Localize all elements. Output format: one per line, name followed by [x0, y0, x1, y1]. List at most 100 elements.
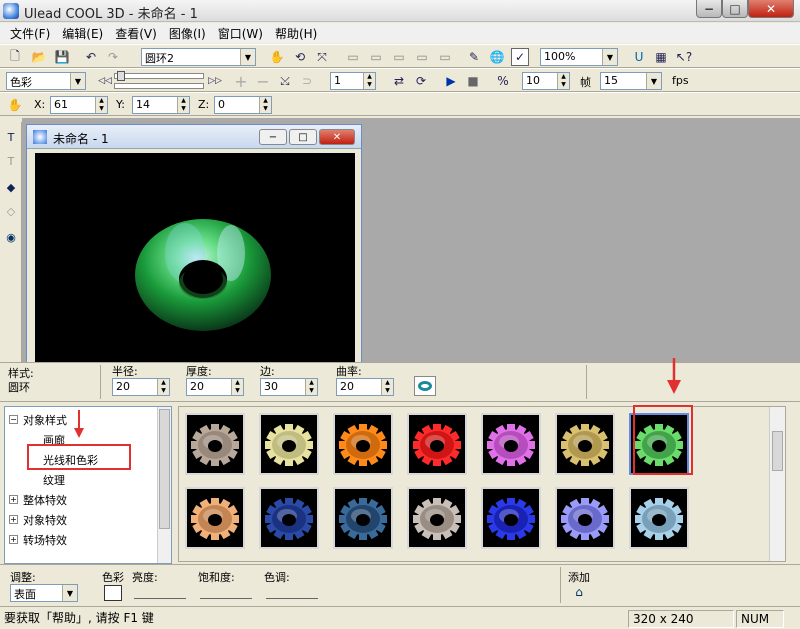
timeline-thumb[interactable] — [117, 71, 125, 81]
loop-back-icon[interactable]: ⊃ — [298, 72, 316, 90]
play-icon[interactable]: ▶ — [442, 72, 460, 90]
radius-spinner[interactable]: 20 ▲ ▼ — [112, 378, 170, 396]
row1-preset-3[interactable] — [333, 413, 393, 475]
x-spinner[interactable]: 61 ▲ ▼ — [50, 96, 108, 114]
fps-spinner[interactable]: 10 ▲ ▼ — [522, 72, 570, 90]
row2-preset-2[interactable] — [259, 487, 319, 549]
timeline-range[interactable] — [114, 83, 204, 89]
row1-preset-2[interactable] — [259, 413, 319, 475]
edit-geometry-icon[interactable]: ◇ — [2, 202, 20, 220]
edit-text-icon[interactable]: T — [2, 152, 20, 170]
hand-move-icon[interactable]: ✋ — [268, 48, 286, 66]
reverse-icon[interactable]: ⤩ — [276, 72, 294, 90]
frames-combo[interactable]: 15 ▼ — [600, 72, 662, 90]
align-center-icon[interactable]: ▭ — [367, 48, 385, 66]
menu-image[interactable]: 图像(I) — [163, 25, 212, 42]
tree-object-style[interactable]: 对象样式 — [23, 412, 67, 428]
first-frame-icon[interactable]: ◁◁ — [96, 72, 114, 90]
row2-preset-5[interactable] — [481, 487, 541, 549]
menu-file[interactable]: 文件(F) — [4, 25, 56, 42]
saturation-slider[interactable] — [200, 587, 252, 599]
last-frame-icon[interactable]: ▷▷ — [206, 72, 224, 90]
align-top-icon[interactable]: ▭ — [413, 48, 431, 66]
frame-spinner[interactable]: 1 ▲ ▼ — [330, 72, 376, 90]
menu-window[interactable]: 窗口(W) — [212, 25, 269, 42]
hue-slider[interactable] — [266, 587, 318, 599]
tree-object-effects[interactable]: 对象特效 — [23, 512, 67, 528]
align-bottom-icon[interactable]: ▭ — [436, 48, 454, 66]
gallery-scroll-thumb[interactable] — [772, 431, 783, 471]
ping-pong-icon[interactable]: ⇄ — [390, 72, 408, 90]
undo-icon[interactable]: ↶ — [82, 48, 100, 66]
document-window: 未命名 - 1 − □ ✕ — [26, 124, 362, 393]
timeline-slider[interactable] — [114, 71, 204, 81]
row1-preset-5[interactable] — [481, 413, 541, 475]
color-swatch[interactable] — [104, 585, 122, 601]
row2-preset-6[interactable] — [555, 487, 615, 549]
tree-texture[interactable]: 纹理 — [43, 472, 65, 488]
expand-icon[interactable]: + — [9, 515, 18, 524]
save-icon[interactable]: 💾 — [53, 48, 71, 66]
surface-combo[interactable]: 表面 ▼ — [10, 584, 78, 602]
row2-preset-7[interactable] — [629, 487, 689, 549]
z-spinner[interactable]: 0 ▲ ▼ — [214, 96, 272, 114]
redo-icon[interactable]: ↷ — [104, 48, 122, 66]
add-to-gallery-icon[interactable]: ⌂ — [570, 583, 588, 601]
attribute-combo[interactable]: 色彩 ▼ — [6, 72, 86, 90]
globe-icon[interactable]: 🌐 — [488, 48, 506, 66]
collapse-icon[interactable]: − — [9, 415, 18, 424]
gallery-scrollbar[interactable] — [769, 407, 785, 561]
render-canvas[interactable] — [35, 153, 355, 393]
expand-icon[interactable]: + — [9, 535, 18, 544]
row2-preset-3[interactable] — [333, 487, 393, 549]
tree-scrollbar[interactable] — [157, 407, 171, 563]
zoom-combo[interactable]: 100% ▼ — [540, 48, 618, 66]
row1-preset-4[interactable] — [407, 413, 467, 475]
row2-preset-4[interactable] — [407, 487, 467, 549]
menu-edit[interactable]: 编辑(E) — [56, 25, 109, 42]
paint-icon[interactable]: ✎ — [465, 48, 483, 66]
thickness-spinner[interactable]: 20 ▲ ▼ — [186, 378, 244, 396]
align-left-icon[interactable]: ▭ — [344, 48, 362, 66]
doc-minimize-button[interactable]: − — [259, 129, 287, 145]
add-keyframe-icon[interactable]: + — [232, 72, 250, 91]
percent-icon[interactable]: % — [494, 72, 512, 90]
loop-icon[interactable]: ⟳ — [412, 72, 430, 90]
tree-scroll-thumb[interactable] — [159, 409, 170, 529]
row2-preset-1[interactable] — [185, 487, 245, 549]
tree-transition-effects[interactable]: 转场特效 — [23, 532, 67, 548]
edit-object-icon[interactable]: ✓ — [511, 48, 529, 66]
row1-preset-1[interactable] — [185, 413, 245, 475]
open-folder-icon[interactable]: 📂 — [30, 48, 48, 66]
object-selector-combo[interactable]: 圆环2 ▼ — [141, 48, 256, 66]
help-cursor-icon[interactable]: ↖? — [675, 48, 693, 66]
doc-close-button[interactable]: ✕ — [319, 129, 355, 145]
move-object-icon[interactable]: ✋ — [6, 96, 24, 114]
rotate-tool-icon[interactable]: ⟲ — [291, 48, 309, 66]
menu-help[interactable]: 帮助(H) — [269, 25, 323, 42]
menu-view[interactable]: 查看(V) — [109, 25, 163, 42]
align-right-icon[interactable]: ▭ — [390, 48, 408, 66]
row1-preset-6[interactable] — [555, 413, 615, 475]
expand-icon[interactable]: + — [9, 495, 18, 504]
doc-maximize-button[interactable]: □ — [289, 129, 317, 145]
insert-shape-icon[interactable]: ◉ — [2, 228, 20, 246]
y-spinner[interactable]: 14 ▲ ▼ — [132, 96, 190, 114]
insert-geometry-icon[interactable]: ◆ — [2, 178, 20, 196]
close-button[interactable]: ✕ — [748, 0, 794, 18]
insert-text-icon[interactable]: T — [2, 128, 20, 146]
hue-label: 色调: — [264, 571, 290, 584]
maximize-button[interactable]: □ — [722, 0, 748, 18]
stop-icon[interactable]: ■ — [464, 72, 482, 90]
size-tool-icon[interactable]: ⤧ — [313, 48, 331, 66]
gallery-icon[interactable]: ▦ — [652, 48, 670, 66]
minimize-button[interactable]: − — [696, 0, 722, 18]
tree-global-effects[interactable]: 整体特效 — [23, 492, 67, 508]
brightness-slider[interactable] — [134, 587, 186, 599]
ulead-logo-icon[interactable]: U — [630, 48, 648, 66]
sides-spinner[interactable]: 30 ▲ ▼ — [260, 378, 318, 396]
remove-keyframe-icon[interactable]: − — [254, 72, 272, 91]
torus-shape-button[interactable] — [414, 376, 436, 396]
curvature-spinner[interactable]: 20 ▲ ▼ — [336, 378, 394, 396]
new-file-icon[interactable]: 🗋 — [6, 48, 24, 66]
